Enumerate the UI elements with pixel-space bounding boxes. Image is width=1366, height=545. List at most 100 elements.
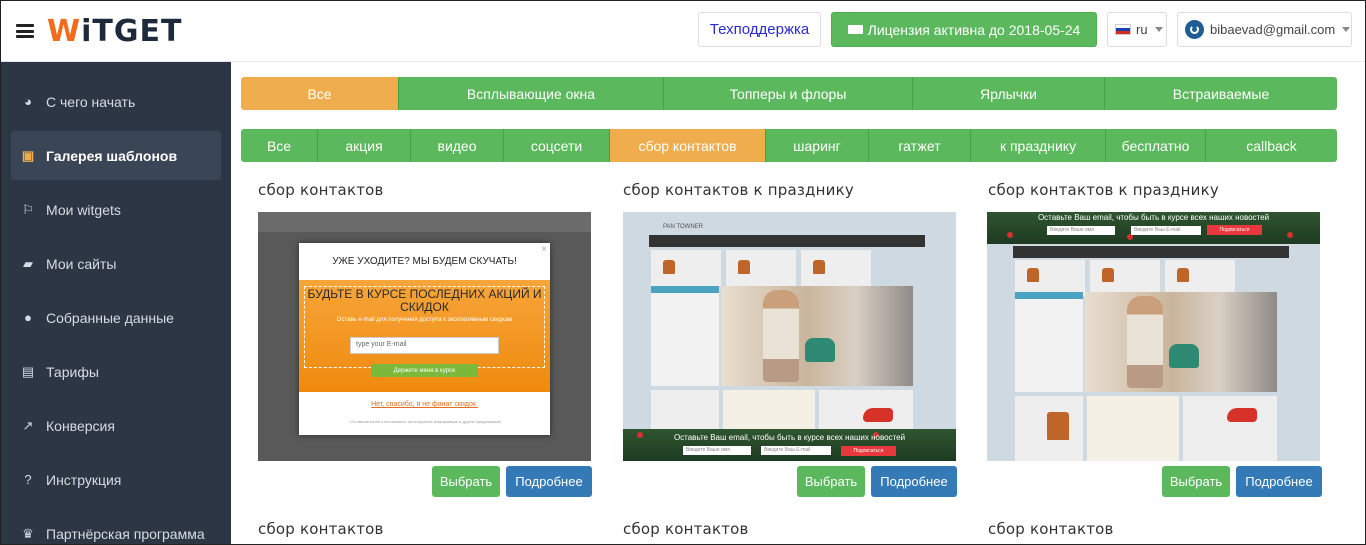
bag-image	[1102, 268, 1114, 282]
money-icon: ▤	[21, 363, 35, 379]
sidebar-item-getting-started[interactable]: ◕ С чего начать	[11, 77, 221, 126]
select-button[interactable]: Выбрать	[432, 466, 500, 497]
popup-decline-link: Нет, спасибо, я не фанат скидок.	[371, 401, 478, 408]
support-button[interactable]: Техподдержка	[698, 12, 821, 47]
select-button[interactable]: Выбрать	[797, 466, 865, 497]
template-preview[interactable]: × УЖЕ УХОДИТЕ? МЫ БУДЕМ СКУЧАТЬ! БУДЬТЕ …	[258, 212, 591, 461]
bag-image	[1177, 268, 1189, 282]
sidebar-item-my-witgets[interactable]: ⚐ Мои witgets	[11, 185, 221, 234]
sidebar-item-label: Тарифы	[46, 363, 99, 380]
popup-heading: БУДЬТЕ В КУРСЕ ПОСЛЕДНИХ АКЦИЙ И СКИДОК	[307, 287, 542, 314]
site-logo: PAN TOWNER	[663, 224, 704, 230]
tag-sharing[interactable]: шаринг	[766, 129, 869, 162]
brand-logo[interactable]: WiTGET	[47, 14, 182, 49]
tab-embedded[interactable]: Встраиваемые	[1105, 77, 1337, 110]
sidebar-item-label: Партнёрская программа	[46, 525, 205, 542]
bag-image	[1027, 268, 1039, 282]
banner-tile	[1183, 396, 1277, 461]
tag-callback[interactable]: callback	[1206, 129, 1337, 162]
popup-title: УЖЕ УХОДИТЕ? МЫ БУДЕМ СКУЧАТЬ!	[332, 256, 517, 267]
banner-tile	[1087, 396, 1179, 461]
banner-tile	[651, 390, 719, 434]
tag-social[interactable]: соцсети	[504, 129, 610, 162]
sidebar-item-my-sites[interactable]: ▰ Мои сайты	[11, 239, 221, 288]
tab-toppers[interactable]: Топперы и флоры	[664, 77, 913, 110]
top-header: WiTGET Техподдержка Лицензия активна до …	[1, 1, 1365, 62]
site-nav	[1013, 246, 1289, 258]
tab-popups[interactable]: Всплывающие окна	[399, 77, 664, 110]
popup-mockup: × УЖЕ УХОДИТЕ? МЫ БУДЕМ СКУЧАТЬ! БУДЬТЕ …	[299, 243, 550, 435]
handbag-image	[805, 338, 835, 362]
template-preview[interactable]: PAN TOWNER Оставьте Ваш email, чтобы быт…	[623, 212, 956, 461]
trophy-icon: ♛	[22, 525, 34, 541]
bag-image	[813, 260, 825, 274]
user-menu[interactable]: bibaevad@gmail.com	[1177, 12, 1352, 47]
site-nav	[649, 235, 925, 247]
card-title: сбор контактов	[623, 520, 749, 538]
details-button[interactable]: Подробнее	[1236, 466, 1322, 497]
model-image	[763, 290, 799, 382]
tag-video[interactable]: видео	[411, 129, 504, 162]
sidebar-item-label: Инструкция	[46, 471, 122, 488]
tab-all[interactable]: Все	[241, 77, 399, 110]
tag-gadget[interactable]: гатжет	[869, 129, 971, 162]
popup-subscribe-button: Держите меня в курсе	[371, 364, 478, 377]
bag-image	[663, 260, 675, 274]
bag-image	[738, 260, 750, 274]
chart-icon: ↗	[22, 417, 34, 433]
license-label: Лицензия активна до 2018-05-24	[867, 21, 1081, 38]
tag-free[interactable]: бесплатно	[1106, 129, 1206, 162]
sidebar-item-collected-data[interactable]: ● Собранные данные	[11, 293, 221, 342]
menu-toggle-icon[interactable]	[16, 24, 34, 38]
tag-all[interactable]: Все	[241, 129, 318, 162]
shoe-image	[863, 408, 893, 422]
user-icon: ●	[24, 310, 32, 325]
tag-holiday[interactable]: к празднику	[971, 129, 1106, 162]
category-tabs: Все Всплывающие окна Топперы и флоры Ярл…	[241, 77, 1337, 110]
tab-labels[interactable]: Ярлычки	[913, 77, 1105, 110]
popup-email-input: type your E-mail	[350, 337, 499, 354]
language-select[interactable]: ru	[1107, 12, 1167, 47]
popup-body: БУДЬТЕ В КУРСЕ ПОСЛЕДНИХ АКЦИЙ И СКИДОК …	[299, 280, 550, 392]
shoe-image	[1227, 408, 1257, 422]
sidebar-item-template-gallery[interactable]: ▣ Галерея шаблонов	[11, 131, 221, 180]
site-menu-header	[1015, 292, 1083, 299]
product-tile	[1015, 260, 1085, 296]
sidebar-item-conversion[interactable]: ↗ Конверсия	[11, 401, 221, 450]
handbag-image	[1169, 344, 1199, 368]
user-email: bibaevad@gmail.com	[1210, 22, 1336, 37]
sidebar-item-label: Мои сайты	[46, 255, 117, 272]
flag-icon: ⚐	[22, 201, 34, 217]
product-tile	[651, 250, 721, 286]
product-tile	[801, 250, 871, 286]
popup-footnote: * Оставляя email я соглашаюсь на получен…	[348, 419, 501, 424]
details-button[interactable]: Подробнее	[506, 466, 592, 497]
sidebar-item-tariffs[interactable]: ▤ Тарифы	[11, 347, 221, 396]
chevron-down-icon	[1154, 27, 1163, 32]
garland-email-input: Введите Ваш E-mail	[1131, 226, 1201, 235]
license-button[interactable]: Лицензия активна до 2018-05-24	[831, 12, 1097, 47]
app-frame: WiTGET Техподдержка Лицензия активна до …	[0, 0, 1366, 545]
product-tile	[1090, 260, 1160, 296]
card-title: сбор контактов к празднику	[988, 181, 1219, 199]
details-button[interactable]: Подробнее	[871, 466, 957, 497]
power-icon	[1185, 20, 1204, 39]
product-tile	[1165, 260, 1235, 296]
sidebar-item-partner-program[interactable]: ♛ Партнёрская программа	[11, 509, 221, 544]
garland-bar: Оставьте Ваш email, чтобы быть в курсе в…	[623, 429, 956, 461]
picture-icon: ▣	[21, 147, 35, 163]
tag-contact-collection[interactable]: сбор контактов	[610, 129, 766, 162]
sidebar-item-instructions[interactable]: ? Инструкция	[11, 455, 221, 504]
site-menu	[651, 286, 719, 386]
banner-tile	[723, 390, 815, 434]
site-menu-header	[651, 286, 719, 293]
product-tile	[726, 250, 796, 286]
select-button[interactable]: Выбрать	[1162, 466, 1230, 497]
tag-promo[interactable]: акция	[318, 129, 411, 162]
battery-icon	[847, 25, 863, 34]
close-icon: ×	[541, 244, 547, 255]
template-preview[interactable]: PAN TOWNER Оставьте Ваш email, чтобы быт…	[987, 212, 1320, 461]
garland-email-input: Введите Ваш E-mail	[761, 446, 831, 455]
russia-flag-icon	[1115, 24, 1131, 35]
card-title: сбор контактов к празднику	[623, 181, 854, 199]
